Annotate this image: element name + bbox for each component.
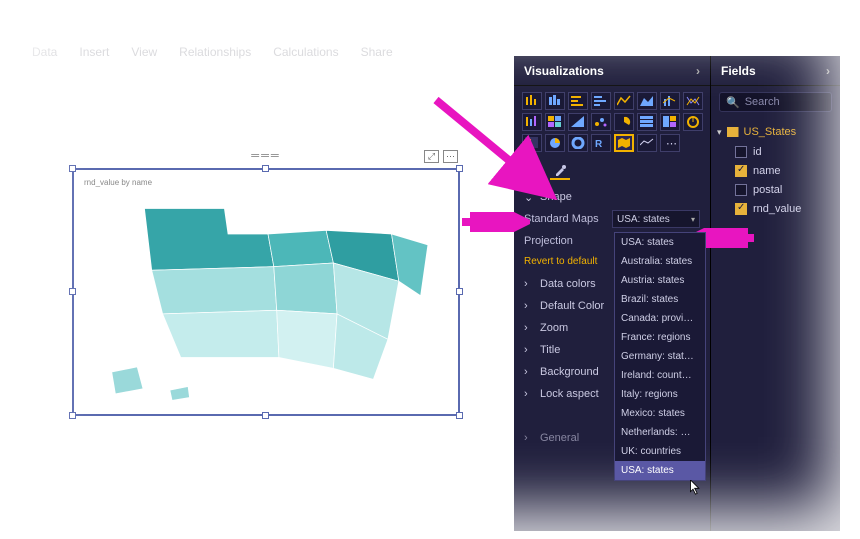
svg-text:R: R <box>595 139 603 149</box>
table-us-states[interactable]: ▾ US_States <box>717 122 834 142</box>
chevron-down-icon: ▾ <box>717 127 722 138</box>
search-icon: 🔍 <box>726 96 740 109</box>
standard-maps-option[interactable]: UK: countries <box>615 442 705 461</box>
viz-type-icon[interactable] <box>637 92 657 110</box>
ribbon-calculations[interactable]: Calculations <box>273 45 338 59</box>
viz-type-icon[interactable] <box>568 113 588 131</box>
field-label: postal <box>753 184 782 196</box>
visual-title: rnd_value by name <box>84 178 152 187</box>
field-row[interactable]: id <box>717 142 834 161</box>
field-label: id <box>753 146 762 158</box>
collapse-visualizations-icon[interactable]: › <box>696 64 700 78</box>
standard-maps-option[interactable]: Australia: states <box>615 252 705 271</box>
field-checkbox[interactable] <box>735 165 747 177</box>
standard-maps-option[interactable]: Italy: regions <box>615 385 705 404</box>
field-checkbox[interactable] <box>735 184 747 196</box>
viz-type-icon[interactable] <box>614 92 634 110</box>
visualizations-title: Visualizations <box>524 64 604 78</box>
visualizations-panel: Visualizations › <box>514 56 710 531</box>
viz-type-icon[interactable] <box>591 113 611 131</box>
standard-maps-dropdown[interactable]: USA: states ▾ <box>612 210 700 228</box>
map-usa <box>80 194 456 412</box>
standard-maps-option[interactable]: Ireland: count… <box>615 366 705 385</box>
viz-type-icon[interactable] <box>568 134 588 152</box>
standard-maps-dropdown-list: USA: statesAustralia: statesAustria: sta… <box>614 232 706 481</box>
table-name: US_States <box>744 126 797 138</box>
field-row[interactable]: name <box>717 161 834 180</box>
search-placeholder: Search <box>745 96 780 108</box>
chevron-down-icon: ▾ <box>691 215 695 224</box>
fields-title: Fields <box>721 64 756 78</box>
field-row[interactable]: postal <box>717 180 834 199</box>
field-checkbox[interactable] <box>735 146 747 158</box>
standard-maps-option[interactable]: Canada: provi… <box>615 309 705 328</box>
fields-panel: Fields › 🔍 Search ▾ US_States id name post… <box>710 56 840 531</box>
resize-handle[interactable] <box>456 165 463 172</box>
fields-tab-icon[interactable] <box>524 162 544 180</box>
resize-handle[interactable] <box>69 165 76 172</box>
resize-handle[interactable] <box>262 412 269 419</box>
field-row[interactable]: rnd_value <box>717 199 834 218</box>
standard-maps-option[interactable]: Germany: stat… <box>615 347 705 366</box>
visual-menu-icon[interactable]: ⋯ <box>443 150 458 163</box>
projection-label: Projection <box>524 235 573 247</box>
standard-maps-option[interactable]: Mexico: states <box>615 404 705 423</box>
viz-type-icon[interactable] <box>637 134 657 152</box>
standard-maps-option[interactable]: Netherlands: … <box>615 423 705 442</box>
visual-focus-icon[interactable]: ⤢ <box>424 150 439 163</box>
viz-type-icon[interactable] <box>683 92 703 110</box>
resize-handle[interactable] <box>69 288 76 295</box>
viz-type-filled-map-icon[interactable] <box>614 134 634 152</box>
ribbon-view[interactable]: View <box>131 45 157 59</box>
ribbon-insert[interactable]: Insert <box>79 45 109 59</box>
standard-maps-value: USA: states <box>617 214 670 225</box>
viz-type-icon[interactable] <box>522 92 542 110</box>
standard-maps-option[interactable]: Brazil: states <box>615 290 705 309</box>
collapse-fields-icon[interactable]: › <box>826 64 830 78</box>
field-label: name <box>753 165 781 177</box>
standard-maps-option[interactable]: Austria: states <box>615 271 705 290</box>
viz-type-icon[interactable] <box>545 113 565 131</box>
viz-type-icon[interactable] <box>614 113 634 131</box>
prop-standard-maps: Standard Maps USA: states ▾ <box>524 208 700 230</box>
visualizations-gallery: R ⋯ <box>514 86 710 156</box>
viz-type-icon[interactable] <box>591 92 611 110</box>
resize-handle[interactable] <box>69 412 76 419</box>
viz-type-icon[interactable]: R <box>591 134 611 152</box>
viz-type-icon[interactable] <box>522 113 542 131</box>
resize-handle[interactable] <box>456 288 463 295</box>
viz-type-icon[interactable] <box>637 113 657 131</box>
table-icon <box>727 127 739 137</box>
format-tab-icon[interactable] <box>550 162 570 180</box>
viz-type-icon[interactable]: ⋯ <box>660 134 680 152</box>
section-shape[interactable]: Shape <box>524 186 700 208</box>
standard-maps-option[interactable]: France: regions <box>615 328 705 347</box>
viz-type-icon[interactable] <box>660 92 680 110</box>
standard-maps-option[interactable]: USA: states <box>615 233 705 252</box>
viz-type-icon[interactable] <box>522 134 542 152</box>
resize-handle[interactable] <box>262 165 269 172</box>
viz-type-icon[interactable] <box>660 113 680 131</box>
viz-type-icon[interactable] <box>683 113 703 131</box>
standard-maps-label: Standard Maps <box>524 213 599 225</box>
svg-text:⋯: ⋯ <box>666 138 677 149</box>
visual-frame[interactable]: ═══ ⤢ ⋯ rnd_value by name <box>72 168 460 416</box>
viz-type-icon[interactable] <box>545 134 565 152</box>
resize-handle[interactable] <box>456 412 463 419</box>
fields-search-input[interactable]: 🔍 Search <box>719 92 832 112</box>
visual-drag-handle-icon[interactable]: ═══ <box>251 150 280 162</box>
ribbon-home[interactable]: Data <box>32 45 57 59</box>
format-pane: Shape Standard Maps USA: states ▾ Projec… <box>514 184 710 531</box>
viz-type-icon[interactable] <box>545 92 565 110</box>
field-label: rnd_value <box>753 203 801 215</box>
ribbon-share[interactable]: Share <box>361 45 393 59</box>
field-checkbox[interactable] <box>735 203 747 215</box>
ribbon-relationships[interactable]: Relationships <box>179 45 251 59</box>
standard-maps-option[interactable]: USA: states <box>615 461 705 480</box>
viz-type-icon[interactable] <box>568 92 588 110</box>
